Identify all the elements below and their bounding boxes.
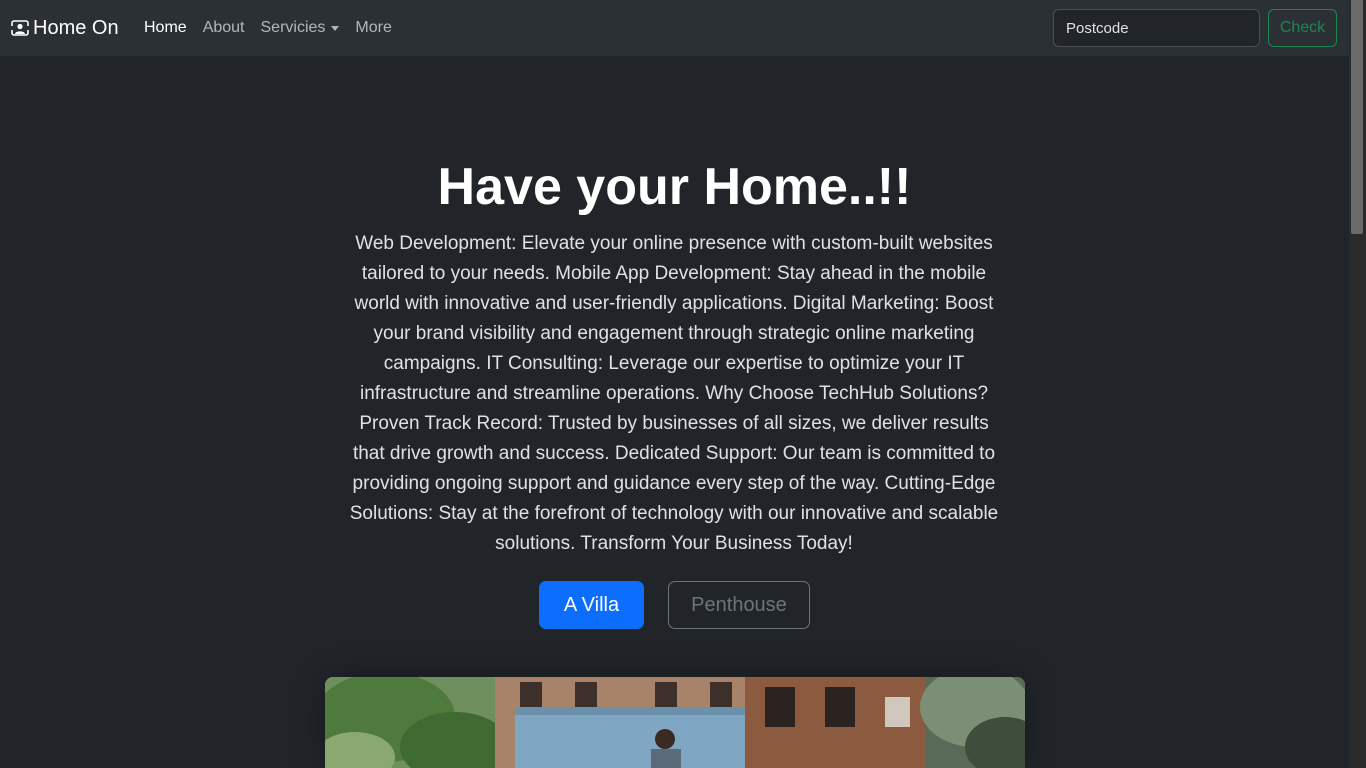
brand-link[interactable]: Home On	[11, 0, 119, 56]
nav-about[interactable]: About	[195, 19, 253, 37]
street-scene-image	[325, 677, 1025, 768]
brand-name: Home On	[33, 16, 119, 39]
nav-links: Home About Servicies More	[136, 0, 400, 56]
nav-services-dropdown[interactable]: Servicies	[253, 19, 348, 37]
scrollbar-thumb[interactable]	[1351, 0, 1363, 234]
nav-more[interactable]: More	[347, 19, 399, 37]
hero-image	[325, 677, 1025, 768]
villa-button[interactable]: A Villa	[539, 581, 644, 629]
hero-description: Web Development: Elevate your online pre…	[349, 233, 999, 554]
nav-home[interactable]: Home	[136, 19, 195, 37]
hero-title: Have your Home..!!	[437, 158, 912, 216]
person-badge-icon	[11, 20, 29, 36]
postcode-input[interactable]	[1053, 9, 1260, 47]
penthouse-button[interactable]: Penthouse	[668, 581, 810, 629]
nav-services-label: Servicies	[260, 19, 326, 36]
caret-down-icon	[331, 25, 340, 31]
navbar: Home On Home About Servicies More Check	[0, 0, 1349, 56]
check-button[interactable]: Check	[1268, 9, 1337, 47]
